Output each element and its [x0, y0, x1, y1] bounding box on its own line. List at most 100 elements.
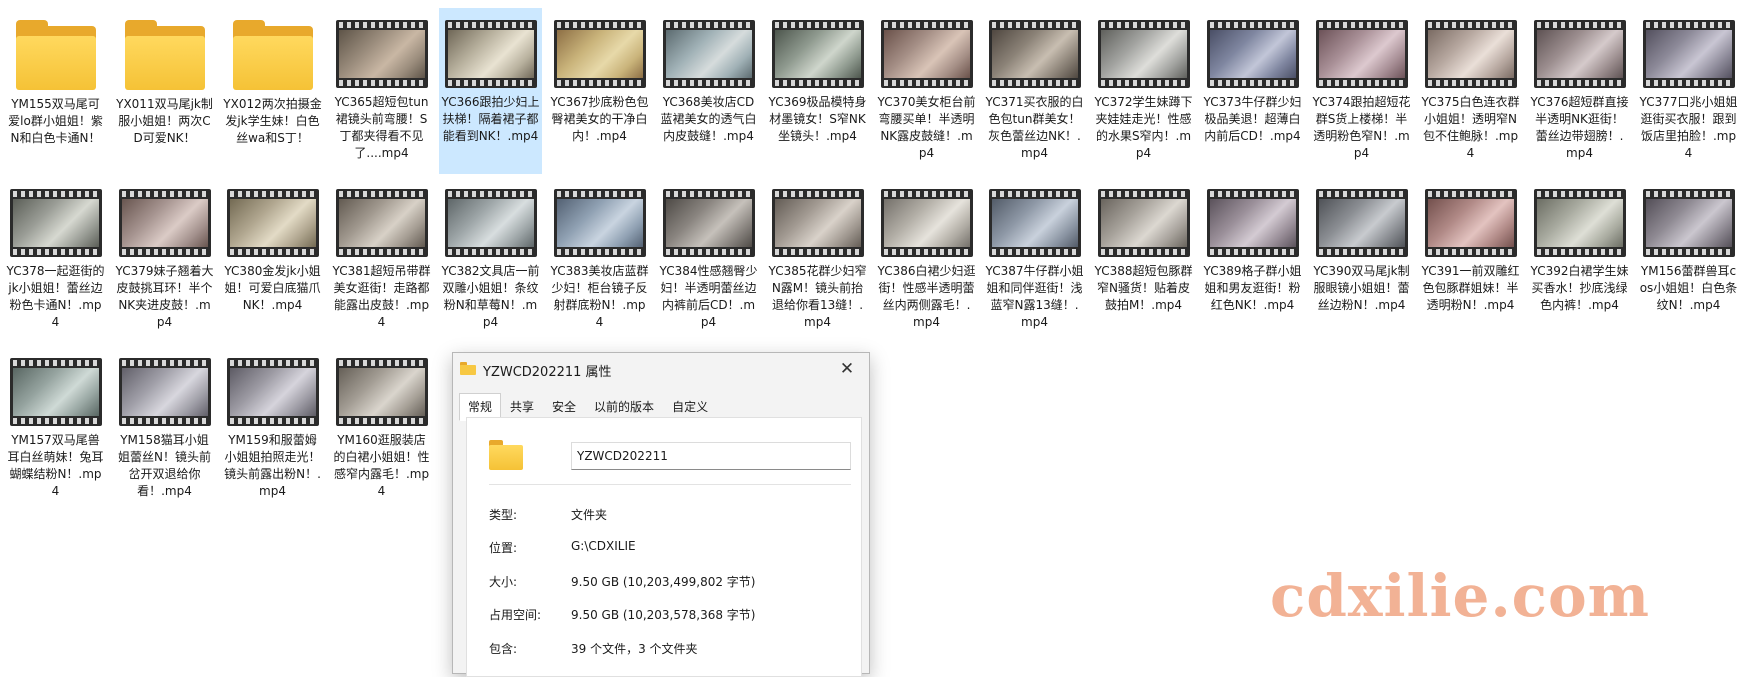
file-name: YM156蕾群兽耳cos小姐姐！白色条纹N！.mp4 [1639, 264, 1738, 312]
video-thumbnail [335, 358, 428, 426]
video-file-item[interactable]: YC367抄底粉色包臀裙美女的干净白内！.mp4 [548, 8, 651, 174]
dialog-titlebar[interactable]: YZWCD202211 属性 ✕ [453, 353, 869, 385]
video-file-item[interactable]: YM156蕾群兽耳cos小姐姐！白色条纹N！.mp4 [1637, 177, 1740, 343]
file-name: YC374跟拍超短花群S货上楼梯！半透明粉色窄N！.mp4 [1312, 95, 1411, 160]
close-icon[interactable]: ✕ [833, 357, 861, 381]
video-file-item[interactable]: YC392白裙学生妹买香水！抄底浅绿色内裤！.mp4 [1528, 177, 1631, 343]
folder-item[interactable]: YX011双马尾jk制服小姐姐！两次CD可爱NK！ [113, 8, 216, 174]
file-name: YC372学生妹蹲下夹娃娃走光！性感的水果S窄内！.mp4 [1094, 95, 1193, 160]
video-thumbnail [880, 20, 973, 88]
video-thumbnail [1097, 189, 1190, 257]
file-name: YC384性感翘臀少妇！半透明蕾丝边内裤前后CD！.mp4 [659, 264, 758, 329]
file-name: YC373牛仔群少妇极品美退！超薄白内前后CD！.mp4 [1203, 95, 1302, 143]
folder-icon [14, 20, 98, 90]
video-thumbnail [1315, 20, 1408, 88]
video-file-item[interactable]: YM159和服蕾姆小姐姐拍照走光！镜头前露出粉N！.mp4 [221, 346, 324, 512]
video-thumbnail [9, 189, 102, 257]
video-file-item[interactable]: YC383美妆店蓝群少妇！柜台镜子反射群底粉N！.mp4 [548, 177, 651, 343]
prop-value: G:\CDXILIE [571, 539, 636, 553]
folder-icon [231, 20, 315, 90]
video-thumbnail [1424, 189, 1517, 257]
file-name: YC381超短吊带群美女逛街！走路都能露出皮鼓！.mp4 [332, 264, 431, 329]
file-name: YC368美妆店CD蓝裙美女的透气白内皮鼓缝！.mp4 [660, 95, 757, 143]
video-thumbnail [1206, 189, 1299, 257]
prop-label: 占用空间: [489, 608, 542, 622]
file-name: YC387牛仔群小姐姐和同伴逛街！浅蓝窄N露13缝！.mp4 [985, 264, 1084, 329]
video-file-item[interactable]: YC368美妆店CD蓝裙美女的透气白内皮鼓缝！.mp4 [657, 8, 760, 174]
file-name: YC376超短群直接半透明NK逛街！蕾丝边带翅膀！.mp4 [1530, 95, 1629, 160]
file-name: YC380金发jk小姐姐！可爱白底猫爪NK！.mp4 [224, 264, 321, 312]
file-name: YC382文具店一前双雕小姐姐！条纹粉N和草莓N！.mp4 [441, 264, 540, 329]
video-file-item[interactable]: YC390双马尾jk制服眼镜小姐姐！蕾丝边粉N！.mp4 [1310, 177, 1413, 343]
video-thumbnail [1533, 189, 1626, 257]
video-thumbnail [1533, 20, 1626, 88]
video-file-item[interactable]: YC387牛仔群小姐姐和同伴逛街！浅蓝窄N露13缝！.mp4 [983, 177, 1086, 343]
video-thumbnail [1315, 189, 1408, 257]
video-file-item[interactable]: YC369极品模特身材墨镜女！S窄NK坐镜头！.mp4 [766, 8, 869, 174]
video-file-item[interactable]: YC371买衣服的白色包tun群美女！灰色蕾丝边NK！.mp4 [983, 8, 1086, 174]
video-file-item[interactable]: YC370美女柜台前弯腰买单！半透明NK露皮鼓缝！.mp4 [875, 8, 978, 174]
video-file-item[interactable]: YC377口兆小姐姐逛街买衣服！跟到饭店里拍脸！.mp4 [1637, 8, 1740, 174]
file-name: YC367抄底粉色包臀裙美女的干净白内！.mp4 [550, 95, 649, 143]
file-name: YM158猫耳小姐姐蕾丝N！镜头前岔开双退给你看！.mp4 [118, 433, 211, 498]
video-thumbnail [118, 189, 211, 257]
file-name: YC379妹子翘着大皮鼓挑耳环！半个NK夹进皮鼓！.mp4 [115, 264, 214, 329]
file-name: YX012两次拍摄金发jk学生妹！白色丝wa和S丁！ [223, 97, 322, 145]
video-file-item[interactable]: YC374跟拍超短花群S货上楼梯！半透明粉色窄N！.mp4 [1310, 8, 1413, 174]
video-file-item[interactable]: YM158猫耳小姐姐蕾丝N！镜头前岔开双退给你看！.mp4 [113, 346, 216, 512]
properties-dialog: YZWCD202211 属性 ✕ 常规 共享 安全 以前的版本 自定义 类型: … [452, 352, 870, 677]
file-name: YC366跟拍少妇上扶梯！隔着裙子都能看到NK！.mp4 [441, 95, 540, 143]
video-thumbnail [335, 189, 428, 257]
video-thumbnail [9, 358, 102, 426]
video-file-item[interactable]: YM160逛服装店的白裙小姐姐！性感窄内露毛！.mp4 [330, 346, 433, 512]
video-file-item[interactable]: YC386白裙少妇逛街！性感半透明蕾丝内两侧露毛！.mp4 [875, 177, 978, 343]
video-thumbnail [1642, 20, 1735, 88]
video-file-item[interactable]: YC372学生妹蹲下夹娃娃走光！性感的水果S窄内！.mp4 [1092, 8, 1195, 174]
file-name: YC375白色连衣群小姐姐！透明窄N包不住鲍脉！.mp4 [1421, 95, 1520, 160]
file-name: YC391一前双雕红色包豚群姐妹！半透明粉N！.mp4 [1421, 264, 1520, 312]
video-file-item[interactable]: YC375白色连衣群小姐姐！透明窄N包不住鲍脉！.mp4 [1419, 8, 1522, 174]
file-name: YC392白裙学生妹买香水！抄底浅绿色内裤！.mp4 [1530, 264, 1629, 312]
video-file-item[interactable]: YC382文具店一前双雕小姐姐！条纹粉N和草莓N！.mp4 [439, 177, 542, 343]
folder-icon [489, 440, 523, 470]
prop-value: 9.50 GB (10,203,499,802 字节) [571, 575, 756, 589]
video-thumbnail [988, 189, 1081, 257]
file-name: YC377口兆小姐姐逛街买衣服！跟到饭店里拍脸！.mp4 [1639, 95, 1738, 160]
video-thumbnail [1642, 189, 1735, 257]
file-name: YC371买衣服的白色包tun群美女！灰色蕾丝边NK！.mp4 [985, 95, 1084, 160]
file-name: YC390双马尾jk制服眼镜小姐姐！蕾丝边粉N！.mp4 [1313, 264, 1410, 312]
video-file-item[interactable]: YC373牛仔群少妇极品美退！超薄白内前后CD！.mp4 [1201, 8, 1304, 174]
video-thumbnail [988, 20, 1081, 88]
video-thumbnail [771, 20, 864, 88]
file-name: YM160逛服装店的白裙小姐姐！性感窄内露毛！.mp4 [333, 433, 430, 498]
video-file-item[interactable]: YC376超短群直接半透明NK逛街！蕾丝边带翅膀！.mp4 [1528, 8, 1631, 174]
file-name: YC369极品模特身材墨镜女！S窄NK坐镜头！.mp4 [768, 95, 867, 143]
video-file-item[interactable]: YC381超短吊带群美女逛街！走路都能露出皮鼓！.mp4 [330, 177, 433, 343]
file-name: YC385花群少妇窄N露M！镜头前抬退给你看13缝！.mp4 [768, 264, 867, 329]
folder-icon [460, 362, 476, 375]
video-file-item[interactable]: YC389格子群小姐姐和男友逛街！粉红色NK！.mp4 [1201, 177, 1304, 343]
video-file-item[interactable]: YC365超短包tun裙镜头前弯腰！S丁都夹得看不见了....mp4 [330, 8, 433, 174]
video-file-item[interactable]: YC385花群少妇窄N露M！镜头前抬退给你看13缝！.mp4 [766, 177, 869, 343]
general-panel: 类型: 文件夹 位置: G:\CDXILIE 大小: 9.50 GB (10,2… [466, 417, 862, 677]
video-thumbnail [1206, 20, 1299, 88]
file-name: YC386白裙少妇逛街！性感半透明蕾丝内两侧露毛！.mp4 [877, 264, 976, 329]
video-thumbnail [226, 189, 319, 257]
video-file-item[interactable]: YC380金发jk小姐姐！可爱白底猫爪NK！.mp4 [221, 177, 324, 343]
video-file-item[interactable]: YC384性感翘臀少妇！半透明蕾丝边内裤前后CD！.mp4 [657, 177, 760, 343]
file-name: YM155双马尾可爱lo群小姐姐！紫N和白色卡通N！ [8, 97, 103, 145]
folder-item[interactable]: YX012两次拍摄金发jk学生妹！白色丝wa和S丁！ [221, 8, 324, 174]
video-thumbnail [1097, 20, 1190, 88]
file-name: YM157双马尾兽耳白丝萌妹！兔耳蝴蝶结粉N！.mp4 [7, 433, 104, 498]
video-file-item[interactable]: YC388超短包豚群窄N骚货！贴着皮鼓拍M！.mp4 [1092, 177, 1195, 343]
video-file-item[interactable]: YM157双马尾兽耳白丝萌妹！兔耳蝴蝶结粉N！.mp4 [4, 346, 107, 512]
video-thumbnail [335, 20, 428, 88]
video-file-item[interactable]: YC391一前双雕红色包豚群姐妹！半透明粉N！.mp4 [1419, 177, 1522, 343]
video-thumbnail [880, 189, 973, 257]
video-thumbnail [553, 20, 646, 88]
folder-name-input[interactable] [571, 442, 851, 470]
folder-item[interactable]: YM155双马尾可爱lo群小姐姐！紫N和白色卡通N！ [4, 8, 107, 174]
video-file-item[interactable]: YC379妹子翘着大皮鼓挑耳环！半个NK夹进皮鼓！.mp4 [113, 177, 216, 343]
video-file-item[interactable]: YC366跟拍少妇上扶梯！隔着裙子都能看到NK！.mp4 [439, 8, 542, 174]
video-file-item[interactable]: YC378一起逛街的jk小姐姐！蕾丝边粉色卡通N！.mp4 [4, 177, 107, 343]
